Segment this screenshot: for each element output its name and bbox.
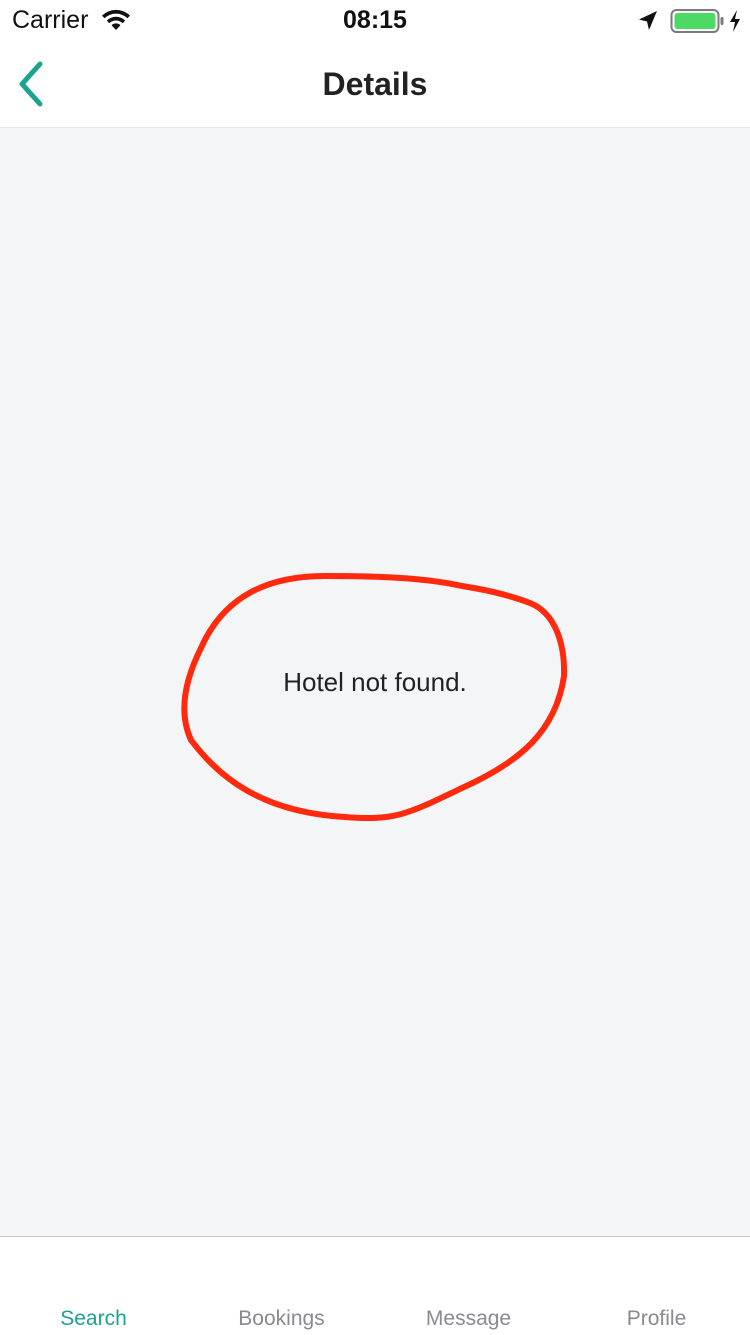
tab-profile[interactable]: Profile bbox=[563, 1237, 750, 1335]
lightning-bolt-icon bbox=[730, 10, 740, 32]
status-bar: Carrier 08:15 bbox=[0, 0, 750, 40]
tab-bar: Search Bookings Message Profile bbox=[0, 1236, 750, 1334]
content-area: Hotel not found. bbox=[0, 128, 750, 1236]
tab-bookings[interactable]: Bookings bbox=[188, 1237, 375, 1335]
tab-search[interactable]: Search bbox=[0, 1237, 187, 1335]
tab-label-message: Message bbox=[425, 1307, 512, 1330]
tab-label-bookings: Bookings bbox=[238, 1307, 325, 1330]
navigation-bar: Details bbox=[0, 40, 750, 128]
tab-label-search: Search bbox=[60, 1307, 127, 1330]
tab-label-profile: Profile bbox=[626, 1307, 687, 1330]
empty-state-message: Hotel not found. bbox=[283, 667, 467, 697]
location-arrow-icon bbox=[639, 11, 657, 30]
tab-message[interactable]: Message bbox=[375, 1237, 562, 1335]
battery-full-icon bbox=[670, 9, 724, 33]
page-title: Details bbox=[322, 66, 428, 102]
